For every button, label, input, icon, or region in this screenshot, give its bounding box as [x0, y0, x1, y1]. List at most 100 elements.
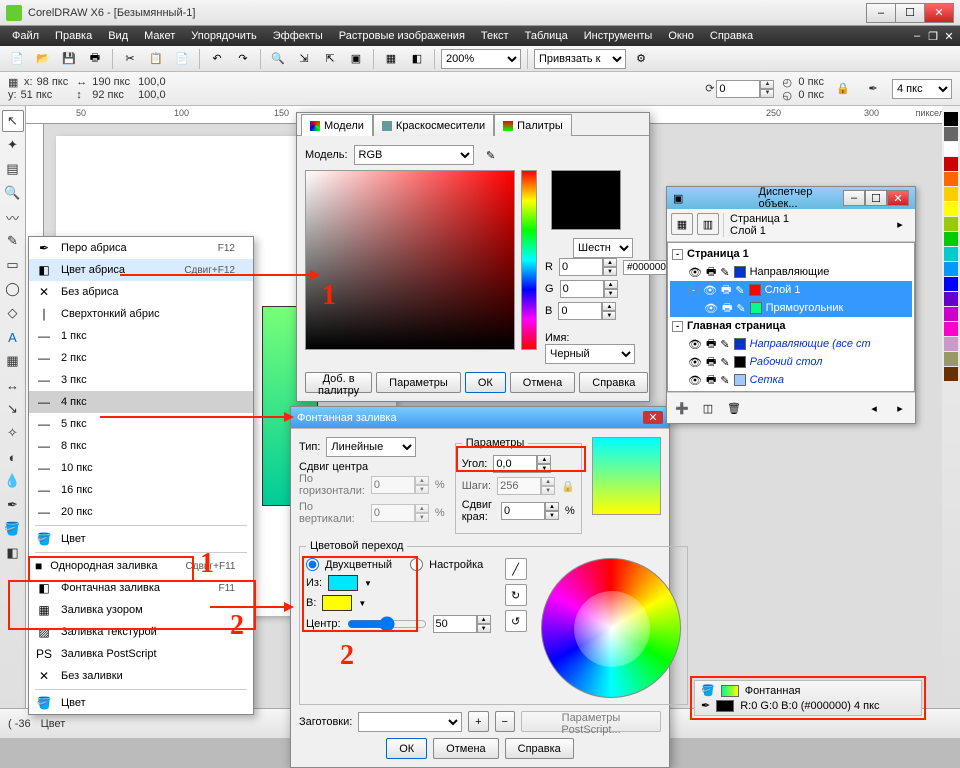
from-color[interactable]: [328, 575, 358, 591]
eye-icon[interactable]: 👁: [688, 266, 702, 279]
layer-color-swatch[interactable]: [734, 356, 746, 368]
close-button[interactable]: ✕: [924, 3, 954, 23]
tool-pick[interactable]: ↖: [2, 110, 24, 132]
palette-swatch[interactable]: [944, 202, 958, 216]
tree-row[interactable]: 👁🖶✎Прямоугольник: [670, 299, 912, 317]
tool-smart[interactable]: ✎: [2, 230, 24, 252]
palette-swatch[interactable]: [944, 127, 958, 141]
palette-swatch[interactable]: [944, 187, 958, 201]
type-combo[interactable]: Линейные: [326, 437, 416, 457]
tab-mixers[interactable]: Краскосмесители: [373, 114, 494, 136]
new-master-layer-icon[interactable]: ◫: [697, 397, 719, 419]
menu-item[interactable]: ✒Перо абрисаF12: [29, 237, 253, 259]
eye-icon[interactable]: 👁: [688, 356, 702, 369]
menu-edit[interactable]: Правка: [47, 28, 100, 44]
menu-item[interactable]: 🪣Цвет: [29, 692, 253, 714]
palette-swatch[interactable]: [944, 292, 958, 306]
scroll-left-icon[interactable]: ◂: [863, 397, 885, 419]
tool-zoom[interactable]: 🔍: [2, 182, 24, 204]
menu-bitmaps[interactable]: Растровые изображения: [331, 28, 473, 44]
mdi-restore[interactable]: ❐: [926, 29, 940, 43]
eyedropper-icon[interactable]: ✎: [480, 144, 502, 166]
palette-swatch[interactable]: [944, 172, 958, 186]
cut-icon[interactable]: ✂: [119, 48, 141, 70]
publish-icon[interactable]: ▣: [345, 48, 367, 70]
scale-w[interactable]: 100,0: [138, 76, 166, 88]
menu-item[interactable]: ✕Без заливки: [29, 665, 253, 687]
menu-tools[interactable]: Инструменты: [576, 28, 661, 44]
palette-swatch[interactable]: [944, 337, 958, 351]
palette-swatch[interactable]: [944, 367, 958, 381]
tree-row[interactable]: 👁🖶✎Направляющие: [670, 263, 912, 281]
print-icon[interactable]: 🖶: [706, 353, 716, 372]
layer-opt1-icon[interactable]: ▦: [671, 213, 693, 235]
scroll-right-icon[interactable]: ▸: [889, 397, 911, 419]
tool-crop[interactable]: ▤: [2, 158, 24, 180]
lock-icon[interactable]: 🔒: [832, 78, 854, 100]
maximize-button[interactable]: ☐: [895, 3, 925, 23]
menu-item[interactable]: ■Однородная заливкаСдвиг+F11: [29, 555, 253, 577]
palette-swatch[interactable]: [944, 352, 958, 366]
tool-freehand[interactable]: 〰: [2, 206, 24, 228]
menu-item[interactable]: —1 пкс: [29, 325, 253, 347]
eye-icon[interactable]: 👁: [688, 338, 702, 351]
menu-text[interactable]: Текст: [473, 28, 517, 44]
menu-window[interactable]: Окно: [660, 28, 702, 44]
delete-layer-icon[interactable]: 🗑: [723, 397, 745, 419]
edit-icon[interactable]: ✎: [735, 284, 744, 297]
angle-field[interactable]: ▲▼: [493, 455, 551, 473]
menu-layout[interactable]: Макет: [136, 28, 183, 44]
menu-table[interactable]: Таблица: [517, 28, 576, 44]
tool-eyedropper[interactable]: 💧: [2, 470, 24, 492]
menu-item[interactable]: —8 пкс: [29, 435, 253, 457]
add-to-palette-button[interactable]: Доб. в палитру: [305, 372, 372, 393]
tool-outline[interactable]: ✒: [2, 494, 24, 516]
app-launcher-icon[interactable]: ▦: [380, 48, 402, 70]
menu-item[interactable]: ✕Без абриса: [29, 281, 253, 303]
menu-item[interactable]: ◧Фонтачная заливкаF11: [29, 577, 253, 599]
tool-rectangle[interactable]: ▭: [2, 254, 24, 276]
tool-connector[interactable]: ↘: [2, 398, 24, 420]
tool-interactive-fill[interactable]: ◧: [2, 542, 24, 564]
menu-effects[interactable]: Эффекты: [265, 28, 331, 44]
direct-blend-icon[interactable]: ╱: [505, 558, 527, 580]
tool-polygon[interactable]: ◇: [2, 302, 24, 324]
ok-button[interactable]: ОК: [465, 372, 506, 393]
menu-arrange[interactable]: Упорядочить: [183, 28, 264, 44]
undo-icon[interactable]: ↶: [206, 48, 228, 70]
layer-color-swatch[interactable]: [734, 374, 746, 386]
edit-icon[interactable]: ✎: [736, 302, 745, 315]
print-icon[interactable]: 🖶: [706, 263, 716, 282]
menu-view[interactable]: Вид: [100, 28, 136, 44]
ccw-blend-icon[interactable]: ↺: [505, 610, 527, 632]
hue-slider[interactable]: [521, 170, 537, 350]
g-field[interactable]: ▲▼: [560, 280, 618, 298]
options-icon[interactable]: ⚙: [630, 48, 652, 70]
tree-row[interactable]: -👁🖶✎Слой 1: [670, 281, 912, 299]
preset-remove-button[interactable]: −: [495, 711, 515, 732]
menu-file[interactable]: Файл: [4, 28, 47, 44]
menu-item[interactable]: ∣Сверхтонкий абрис: [29, 303, 253, 325]
params-button[interactable]: Параметры: [376, 372, 461, 393]
print-icon[interactable]: 🖶: [84, 48, 106, 70]
tool-table[interactable]: ▦: [2, 350, 24, 372]
help-button[interactable]: Справка: [505, 738, 574, 759]
import-icon[interactable]: ⇲: [293, 48, 315, 70]
new-icon[interactable]: 📄: [6, 48, 28, 70]
tree-row[interactable]: 👁🖶✎Сетка: [670, 371, 912, 389]
snap-combo[interactable]: Привязать к: [534, 49, 626, 69]
cw-blend-icon[interactable]: ↻: [505, 584, 527, 606]
close-icon[interactable]: ✕: [643, 411, 663, 424]
corner-tl[interactable]: 0 пкс: [798, 76, 824, 88]
edge-field[interactable]: ▲▼: [501, 502, 559, 520]
cancel-button[interactable]: Отмена: [510, 372, 575, 393]
expand-icon[interactable]: -: [672, 249, 683, 260]
menu-item[interactable]: —2 пкс: [29, 347, 253, 369]
print-icon[interactable]: 🖶: [706, 371, 716, 390]
w-value[interactable]: 190 пкс: [92, 76, 130, 88]
palette-swatch[interactable]: [944, 142, 958, 156]
corner-bl[interactable]: 0 пкс: [798, 89, 824, 101]
tree-row[interactable]: 👁🖶✎Рабочий стол: [670, 353, 912, 371]
outline-width-combo[interactable]: 4 пкс: [892, 79, 952, 99]
palette-swatch[interactable]: [944, 307, 958, 321]
